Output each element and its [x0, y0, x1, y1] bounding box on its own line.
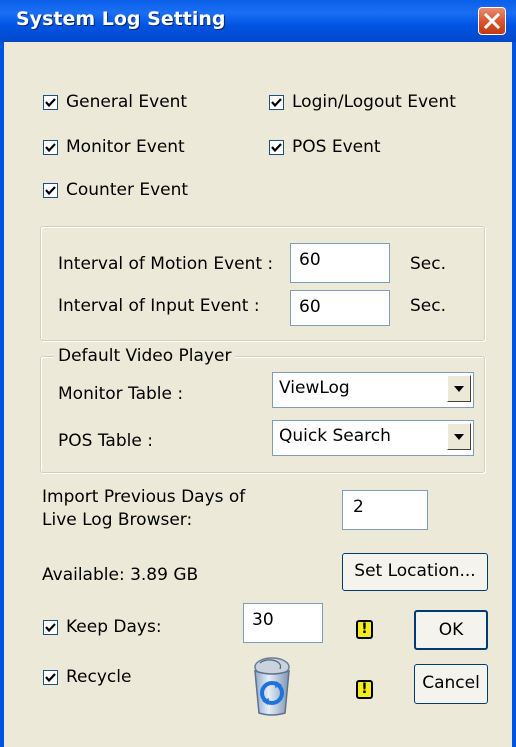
interval-group [40, 226, 485, 341]
motion-interval-label: Interval of Motion Event : [58, 254, 274, 274]
checkmark-icon [271, 97, 282, 107]
input-interval-unit: Sec. [410, 296, 447, 316]
checkbox-box [43, 139, 58, 155]
chevron-down-icon [454, 386, 464, 392]
counter-event-label: Counter Event [66, 180, 189, 200]
keep-days-label: Keep Days: [66, 617, 162, 637]
checkbox-box [269, 94, 284, 110]
motion-interval-unit: Sec. [410, 254, 447, 274]
set-location-button[interactable]: Set Location... [342, 553, 488, 591]
monitor-event-label: Monitor Event [66, 137, 185, 157]
import-days-label-line1: Import Previous Days of [42, 487, 246, 507]
pos-table-dropdown-button[interactable] [447, 423, 471, 450]
window-frame-right [512, 42, 516, 747]
pos-table-value: Quick Search [279, 426, 391, 446]
checkbox-box [43, 619, 58, 635]
title-bar: System Log Setting [0, 0, 516, 42]
warning-icon: ! [356, 680, 373, 699]
video-player-legend: Default Video Player [54, 346, 236, 366]
keep-days-input[interactable]: 30 [243, 603, 323, 643]
close-icon [483, 12, 501, 30]
checkbox-box [43, 94, 58, 110]
cancel-button[interactable]: Cancel [414, 664, 488, 704]
general-event-checkbox[interactable]: General Event [43, 92, 187, 112]
checkbox-box [43, 182, 58, 198]
login-logout-event-checkbox[interactable]: Login/Logout Event [269, 92, 456, 112]
recycle-bin-icon [254, 657, 290, 716]
checkmark-icon [45, 622, 56, 632]
available-space-text: Available: 3.89 GB [42, 565, 199, 585]
import-days-label-line2: Live Log Browser: [42, 510, 193, 530]
recycle-checkbox[interactable]: Recycle [43, 667, 131, 687]
checkbox-box [269, 139, 284, 155]
monitor-table-label: Monitor Table : [58, 384, 184, 404]
input-interval-input[interactable]: 60 [290, 290, 390, 326]
checkmark-icon [45, 185, 56, 195]
window-frame-left [0, 42, 4, 747]
chevron-down-icon [454, 434, 464, 440]
keep-days-checkbox[interactable]: Keep Days: [43, 617, 162, 637]
general-event-label: General Event [66, 92, 188, 112]
checkmark-icon [271, 142, 282, 152]
pos-table-label: POS Table : [58, 431, 153, 451]
ok-button[interactable]: OK [414, 610, 488, 650]
pos-event-label: POS Event [292, 137, 381, 157]
close-button[interactable] [478, 7, 506, 35]
pos-table-select[interactable]: Quick Search [272, 420, 474, 456]
login-logout-event-label: Login/Logout Event [292, 92, 456, 112]
input-interval-label: Interval of Input Event : [58, 296, 260, 316]
warning-icon: ! [356, 620, 373, 639]
import-days-input[interactable]: 2 [342, 490, 428, 530]
checkmark-icon [45, 97, 56, 107]
checkmark-icon [45, 142, 56, 152]
monitor-table-value: ViewLog [279, 378, 350, 398]
counter-event-checkbox[interactable]: Counter Event [43, 180, 188, 200]
monitor-table-select[interactable]: ViewLog [272, 372, 474, 408]
motion-interval-input[interactable]: 60 [290, 243, 390, 283]
pos-event-checkbox[interactable]: POS Event [269, 137, 381, 157]
checkmark-icon [45, 672, 56, 682]
monitor-table-dropdown-button[interactable] [447, 375, 471, 402]
recycle-label: Recycle [66, 667, 132, 687]
monitor-event-checkbox[interactable]: Monitor Event [43, 137, 185, 157]
checkbox-box [43, 669, 58, 685]
window-title: System Log Setting [16, 8, 226, 30]
